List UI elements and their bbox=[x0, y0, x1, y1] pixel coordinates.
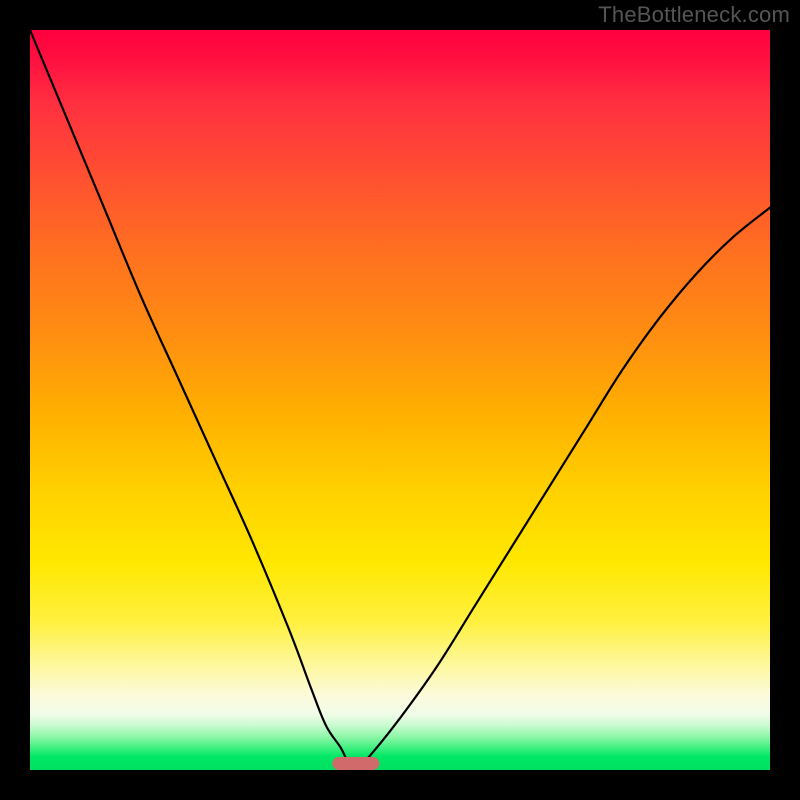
curve-left-arm bbox=[30, 30, 356, 770]
plot-area bbox=[30, 30, 770, 770]
curve-right-arm bbox=[356, 208, 770, 770]
watermark-text: TheBottleneck.com bbox=[598, 2, 790, 28]
curve-layer bbox=[30, 30, 770, 770]
chart-frame: TheBottleneck.com bbox=[0, 0, 800, 800]
bottleneck-marker bbox=[332, 757, 379, 770]
